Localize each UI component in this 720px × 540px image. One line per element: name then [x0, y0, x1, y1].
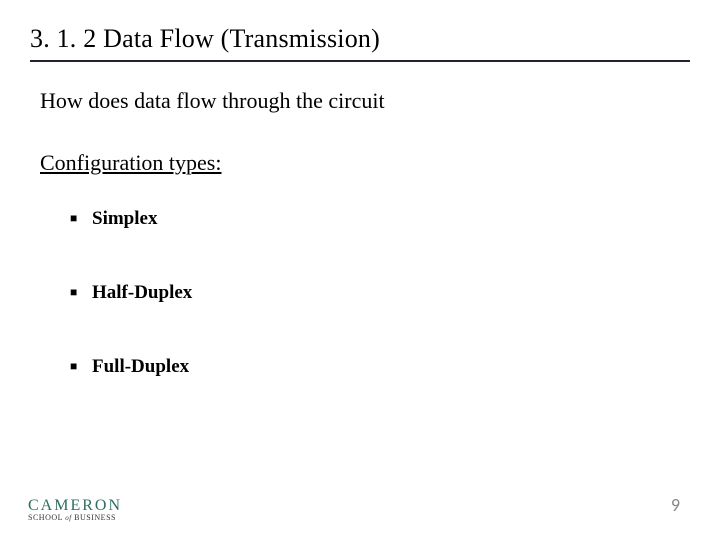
footer: CAMERON SCHOOL of BUSINESS 9: [0, 486, 720, 526]
list-item: Half-Duplex: [70, 282, 680, 304]
list-item: Simplex: [70, 208, 680, 230]
logo: CAMERON SCHOOL of BUSINESS: [28, 497, 122, 522]
bullet-list: Simplex Half-Duplex Full-Duplex: [40, 208, 680, 378]
intro-text: How does data flow through the circuit: [40, 88, 680, 114]
title-area: 3. 1. 2 Data Flow (Transmission): [0, 0, 720, 62]
subheading: Configuration types:: [40, 150, 680, 176]
logo-sub-text: SCHOOL of BUSINESS: [28, 513, 122, 522]
page-number: 9: [671, 494, 680, 516]
logo-sub-post: BUSINESS: [74, 513, 116, 522]
slide-title: 3. 1. 2 Data Flow (Transmission): [30, 24, 690, 54]
logo-sub-pre: SCHOOL: [28, 513, 63, 522]
body-area: How does data flow through the circuit C…: [0, 62, 720, 378]
logo-sub-of: of: [65, 514, 71, 522]
list-item: Full-Duplex: [70, 356, 680, 378]
slide: 3. 1. 2 Data Flow (Transmission) How doe…: [0, 0, 720, 540]
